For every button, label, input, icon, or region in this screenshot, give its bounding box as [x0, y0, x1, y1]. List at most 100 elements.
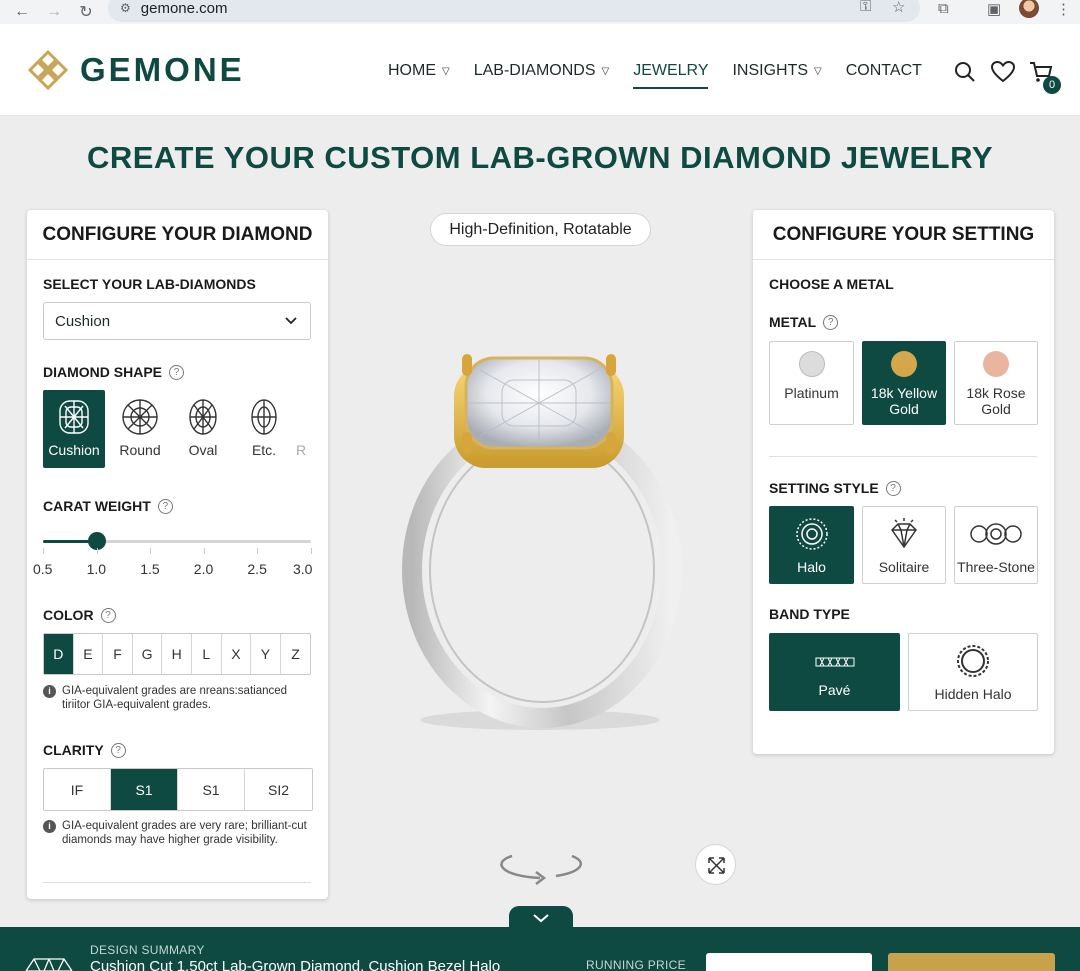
nav-lab-diamonds[interactable]: LAB-DIAMONDS ▽	[474, 62, 610, 80]
design-summary-label: DESIGN SUMMARY	[90, 943, 205, 957]
color-grade-y[interactable]: Y	[251, 634, 281, 674]
diamond-icon	[25, 958, 73, 971]
shape-cushion-label: Cushion	[48, 442, 100, 458]
metal-option[interactable]: 18k Rose Gold	[954, 341, 1038, 425]
metal-option[interactable]: 18k Yellow Gold	[862, 341, 946, 425]
nav-jewelry-label: JEWELRY	[633, 62, 709, 79]
choose-metal-label: CHOOSE A METAL	[769, 276, 894, 292]
shape-more[interactable]: R	[289, 390, 313, 468]
menu-icon[interactable]: ⋮	[1056, 0, 1071, 18]
shape-oval-label: Oval	[188, 442, 218, 458]
color-grade-d[interactable]: D	[44, 634, 74, 674]
key-icon[interactable]: ⚿	[860, 0, 871, 15]
color-grade-z[interactable]: Z	[281, 634, 311, 674]
diamond-panel-title: CONFIGURE YOUR DIAMOND	[27, 210, 328, 260]
address-bar[interactable]: ⚙ gemone.com ⚿ ☆	[108, 0, 920, 22]
profile-avatar[interactable]	[1019, 0, 1039, 18]
rotate-icon[interactable]	[492, 846, 592, 886]
carat-tick: 0.5	[33, 561, 53, 577]
nav-jewelry[interactable]: JEWELRY	[633, 62, 709, 89]
carat-weight-label: CARAT WEIGHT?	[43, 498, 173, 514]
site-settings-icon[interactable]: ⚙	[120, 1, 131, 15]
metal-swatch	[798, 351, 825, 377]
style-solitaire-label: Solitaire	[878, 559, 930, 575]
style-three-stone[interactable]: Three-Stone	[954, 506, 1038, 584]
chevron-down-icon: ▽	[601, 65, 610, 77]
color-grade-l[interactable]: L	[192, 634, 222, 674]
extensions-icon[interactable]: ⧉	[938, 0, 949, 17]
clarity-option[interactable]: SI2	[245, 769, 312, 810]
ring-preview-image[interactable]	[380, 320, 700, 740]
metal-label-line2: Gold	[981, 401, 1011, 417]
diamond-config-panel: CONFIGURE YOUR DIAMOND SELECT YOUR LAB-D…	[27, 210, 328, 899]
help-icon[interactable]: ?	[110, 742, 126, 758]
band-pave-label: Pavé	[818, 682, 851, 698]
forward-icon[interactable]: →	[44, 3, 64, 21]
brand-name: GEMONE	[80, 51, 245, 88]
style-halo[interactable]: Halo	[769, 506, 854, 584]
shape-etc[interactable]: Etc.	[233, 390, 295, 468]
color-grade-h[interactable]: H	[162, 634, 192, 674]
style-halo-label: Halo	[797, 559, 826, 575]
carat-tick: 2.0	[193, 561, 214, 577]
expand-icon	[708, 857, 725, 874]
shape-etc-label: Etc.	[251, 442, 277, 458]
nav-lab-diamonds-label: LAB-DIAMONDS	[473, 62, 596, 79]
color-note-text: GIA-equivalent grades are nreans:satianc…	[62, 685, 288, 711]
halo-setting-icon	[795, 518, 828, 550]
color-grade-e[interactable]: E	[74, 634, 104, 674]
color-grade-x[interactable]: X	[222, 634, 252, 674]
help-icon[interactable]: ?	[157, 498, 173, 514]
reload-icon[interactable]: ↻	[76, 2, 96, 22]
color-grade-f[interactable]: F	[103, 634, 133, 674]
solitaire-diamond-icon	[891, 518, 917, 549]
metal-swatch	[891, 351, 917, 377]
setting-style-label-text: SETTING STYLE	[769, 480, 879, 496]
summary-primary-button[interactable]	[888, 953, 1055, 971]
metal-label: METAL?	[769, 314, 839, 330]
fullscreen-button[interactable]	[695, 844, 736, 885]
viewer-badge: High-Definition, Rotatable	[430, 213, 651, 246]
shape-round[interactable]: Round	[109, 390, 171, 468]
shape-more-spacer	[289, 390, 313, 442]
cart-count-badge: 0	[1043, 76, 1061, 94]
summary-secondary-button[interactable]	[706, 953, 872, 971]
help-icon[interactable]: ?	[100, 607, 116, 623]
shape-oval[interactable]: Oval	[172, 390, 234, 468]
metal-label-line1: 18k Rose	[966, 385, 1026, 401]
nav-insights[interactable]: INSIGHTS ▽	[732, 62, 821, 80]
help-icon[interactable]: ?	[823, 314, 839, 330]
logo[interactable]: GEMONE	[26, 48, 245, 92]
metal-option[interactable]: Platinum	[769, 341, 854, 425]
setting-panel-title: CONFIGURE YOUR SETTING	[753, 210, 1054, 260]
nav-home-label: HOME	[388, 62, 436, 79]
band-type-label: BAND TYPE	[769, 606, 850, 622]
carat-tick-mark	[203, 548, 205, 554]
nav-insights-label: INSIGHTS	[732, 62, 809, 79]
search-icon[interactable]	[953, 60, 977, 84]
carat-weight-label-text: CARAT WEIGHT	[43, 498, 151, 514]
clarity-selector: IF S1 S1 SI2	[43, 768, 313, 811]
color-grade-selector: DEFGHLXYZ	[43, 633, 312, 675]
diamond-type-select[interactable]: Cushion	[43, 302, 311, 340]
star-icon[interactable]: ☆	[892, 0, 905, 16]
band-pave[interactable]: Pavé	[769, 633, 900, 711]
clarity-option[interactable]: IF	[44, 769, 111, 810]
nav-contact-label: CONTACT	[845, 62, 922, 79]
clarity-option[interactable]: S1	[111, 769, 178, 810]
shape-cushion[interactable]: Cushion	[43, 390, 105, 468]
band-hidden-halo[interactable]: Hidden Halo	[908, 633, 1038, 711]
style-solitaire[interactable]: Solitaire	[862, 506, 946, 584]
clarity-option[interactable]: S1	[178, 769, 245, 810]
clarity-note-text: GIA-equivalent grades are very rare; bri…	[62, 820, 307, 846]
logo-mark-icon	[27, 49, 69, 91]
help-icon[interactable]: ?	[885, 480, 901, 496]
help-icon[interactable]: ?	[169, 364, 185, 380]
color-grade-g[interactable]: G	[133, 634, 163, 674]
carat-tick-mark	[150, 548, 152, 554]
back-icon[interactable]: ←	[12, 3, 32, 21]
heart-icon[interactable]	[990, 60, 1016, 84]
nav-home[interactable]: HOME ▽	[388, 62, 450, 80]
sidepanel-icon[interactable]: ▣	[987, 0, 1001, 18]
nav-contact[interactable]: CONTACT	[846, 62, 922, 80]
